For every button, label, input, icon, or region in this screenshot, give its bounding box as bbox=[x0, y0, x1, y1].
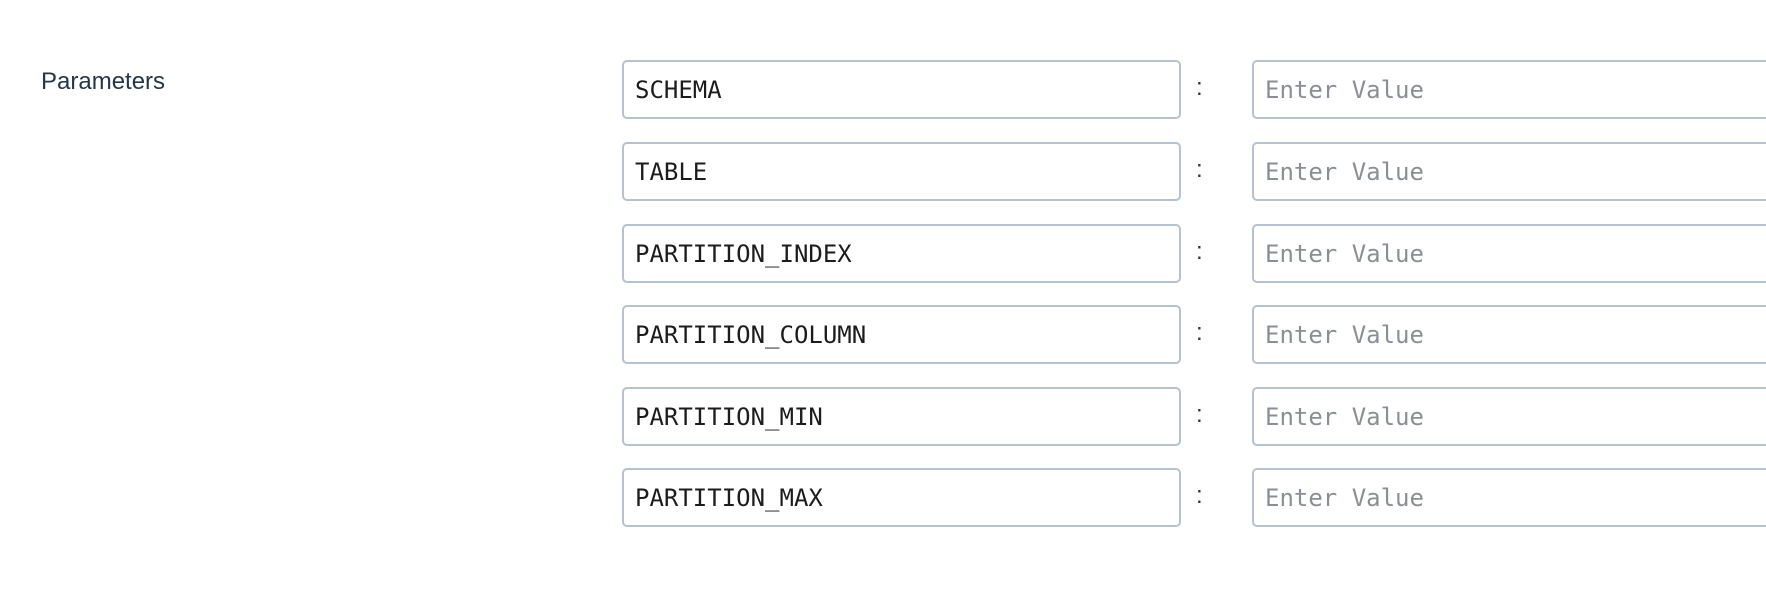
parameter-value-input[interactable] bbox=[1252, 60, 1766, 119]
parameter-key-input[interactable] bbox=[622, 305, 1181, 364]
parameters-label: Parameters bbox=[41, 68, 166, 95]
key-value-separator: : bbox=[1196, 74, 1203, 101]
parameter-value-input[interactable] bbox=[1252, 142, 1766, 201]
parameter-key-input[interactable] bbox=[622, 387, 1181, 446]
parameter-row-partition-min: : bbox=[622, 387, 1766, 446]
parameter-row-schema: : bbox=[622, 60, 1766, 119]
key-value-separator: : bbox=[1196, 156, 1203, 183]
parameter-row-table: : bbox=[622, 142, 1766, 201]
key-value-separator: : bbox=[1196, 238, 1203, 265]
parameter-row-partition-index: : bbox=[622, 224, 1766, 283]
parameter-value-input[interactable] bbox=[1252, 224, 1766, 283]
key-value-separator: : bbox=[1196, 319, 1203, 346]
parameter-row-partition-max: : bbox=[622, 468, 1766, 527]
key-value-separator: : bbox=[1196, 401, 1203, 428]
parameter-value-input[interactable] bbox=[1252, 468, 1766, 527]
parameter-value-input[interactable] bbox=[1252, 387, 1766, 446]
parameter-key-input[interactable] bbox=[622, 60, 1181, 119]
parameter-key-input[interactable] bbox=[622, 142, 1181, 201]
parameter-row-partition-column: : bbox=[622, 305, 1766, 364]
parameter-key-input[interactable] bbox=[622, 224, 1181, 283]
key-value-separator: : bbox=[1196, 482, 1203, 509]
parameter-value-input[interactable] bbox=[1252, 305, 1766, 364]
parameter-key-input[interactable] bbox=[622, 468, 1181, 527]
